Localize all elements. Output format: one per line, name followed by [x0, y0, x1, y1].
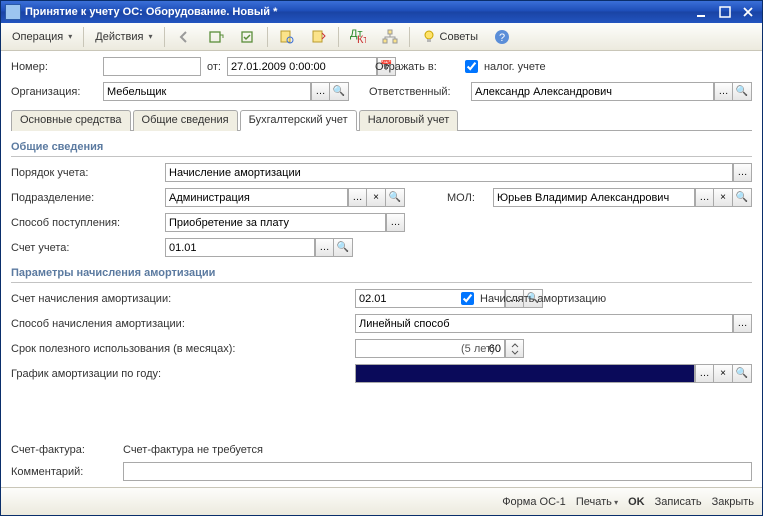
group-general-title: Общие сведения [11, 139, 752, 157]
calc-amort-label: Начислять амортизацию [480, 293, 606, 305]
sched-input[interactable] [355, 364, 695, 383]
footer: Форма ОС-1 Печать OK Записать Закрыть [1, 487, 762, 515]
term-label: Срок полезного использования (в месяцах)… [11, 343, 349, 355]
order-ellipsis[interactable]: … [733, 163, 752, 182]
window-title: Принятие к учету ОС: Оборудование. Новый… [25, 6, 277, 18]
invoice-value: Счет-фактура не требуется [123, 444, 263, 456]
subd-label: Подразделение: [11, 192, 159, 204]
tab-bar: Основные средства Общие сведения Бухгалт… [11, 109, 752, 131]
acct-input[interactable] [165, 238, 315, 257]
amort-method-ellipsis[interactable]: … [733, 314, 752, 333]
group-amort-title: Параметры начисления амортизации [11, 265, 752, 283]
tax-checkbox[interactable] [465, 60, 478, 73]
from-label: от: [207, 61, 221, 73]
toolbar: Операция Действия ДтКт Советы ? [1, 23, 762, 51]
comment-label: Комментарий: [11, 466, 117, 478]
number-input[interactable] [103, 57, 201, 76]
ok-button[interactable]: OK [628, 496, 645, 508]
sched-clear-icon[interactable]: × [714, 364, 733, 383]
term-spinner-icon[interactable] [505, 339, 524, 358]
subd-input[interactable] [165, 188, 348, 207]
svg-text:?: ? [499, 32, 505, 44]
org-search-icon[interactable]: 🔍 [330, 82, 349, 101]
find-icon[interactable] [272, 26, 302, 48]
date-input[interactable] [227, 57, 377, 76]
maximize-button[interactable] [714, 4, 735, 20]
org-label: Организация: [11, 86, 97, 98]
amort-method-input[interactable] [355, 314, 733, 333]
structure-icon[interactable] [375, 26, 405, 48]
close-button[interactable] [737, 4, 758, 20]
sched-search-icon[interactable]: 🔍 [733, 364, 752, 383]
minimize-button[interactable] [691, 4, 712, 20]
basis-icon[interactable] [304, 26, 334, 48]
acct-ellipsis[interactable]: … [315, 238, 334, 257]
org-ellipsis[interactable]: … [311, 82, 330, 101]
tab-accounting[interactable]: Бухгалтерский учет [240, 110, 357, 131]
tax-check-label: налог. учете [484, 61, 546, 73]
mol-ellipsis[interactable]: … [695, 188, 714, 207]
method-input[interactable] [165, 213, 386, 232]
acct-label: Счет учета: [11, 242, 159, 254]
mol-label: МОЛ: [447, 192, 487, 204]
tab-general[interactable]: Общие сведения [133, 110, 238, 131]
amort-acct-label: Счет начисления амортизации: [11, 293, 349, 305]
term-hint: (5 лет) [461, 343, 495, 355]
dtkt-icon[interactable]: ДтКт [343, 26, 373, 48]
resp-label: Ответственный: [369, 86, 465, 98]
print-menu[interactable]: Печать [576, 496, 618, 508]
method-ellipsis[interactable]: … [386, 213, 405, 232]
close-button-footer[interactable]: Закрыть [712, 496, 754, 508]
titlebar: Принятие к учету ОС: Оборудование. Новый… [1, 1, 762, 23]
order-input[interactable] [165, 163, 733, 182]
resp-search-icon[interactable]: 🔍 [733, 82, 752, 101]
mol-search-icon[interactable]: 🔍 [733, 188, 752, 207]
subd-ellipsis[interactable]: … [348, 188, 367, 207]
nav-fwd-icon[interactable] [201, 26, 231, 48]
svg-text:Кт: Кт [357, 34, 366, 45]
subd-search-icon[interactable]: 🔍 [386, 188, 405, 207]
order-label: Порядок учета: [11, 167, 159, 179]
org-input[interactable] [103, 82, 311, 101]
post-icon[interactable] [233, 26, 263, 48]
actions-menu[interactable]: Действия [88, 26, 159, 48]
subd-clear-icon[interactable]: × [367, 188, 386, 207]
help-icon[interactable]: ? [487, 26, 517, 48]
hints-button[interactable]: Советы [414, 26, 485, 48]
save-button[interactable]: Записать [655, 496, 702, 508]
sched-label: График амортизации по году: [11, 368, 349, 380]
sched-ellipsis[interactable]: … [695, 364, 714, 383]
acct-search-icon[interactable]: 🔍 [334, 238, 353, 257]
comment-input[interactable] [123, 462, 752, 481]
operation-menu[interactable]: Операция [5, 26, 79, 48]
tab-os[interactable]: Основные средства [11, 110, 131, 131]
number-label: Номер: [11, 61, 97, 73]
mol-input[interactable] [493, 188, 695, 207]
form-os1-link[interactable]: Форма ОС-1 [502, 496, 566, 508]
resp-input[interactable] [471, 82, 714, 101]
nav-back-icon[interactable] [169, 26, 199, 48]
app-icon [5, 4, 21, 20]
mol-clear-icon[interactable]: × [714, 188, 733, 207]
resp-ellipsis[interactable]: … [714, 82, 733, 101]
calc-amort-checkbox[interactable] [461, 292, 474, 305]
amort-method-label: Способ начисления амортизации: [11, 318, 349, 330]
invoice-label: Счет-фактура: [11, 444, 117, 456]
reflect-label: Отражать в: [375, 61, 459, 73]
tab-tax[interactable]: Налоговый учет [359, 110, 459, 131]
method-label: Способ поступления: [11, 217, 159, 229]
